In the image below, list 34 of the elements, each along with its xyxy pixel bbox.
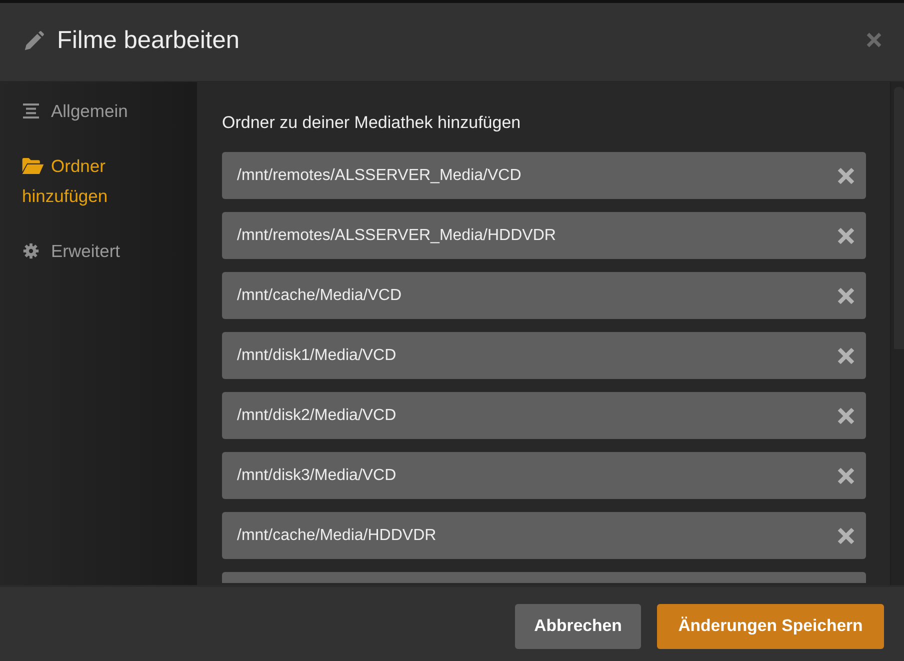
close-icon bbox=[837, 406, 855, 424]
folder-path: /mnt/disk2/Media/VCD bbox=[237, 406, 396, 424]
close-button[interactable] bbox=[866, 32, 882, 48]
sidebar-item[interactable]: Ordner hinzufügen bbox=[22, 151, 183, 211]
folder-path: /mnt/remotes/ALSSERVER_Media/HDDVDR bbox=[237, 226, 556, 244]
remove-button[interactable] bbox=[837, 226, 855, 244]
lines-icon bbox=[22, 103, 40, 119]
remove-button[interactable] bbox=[837, 406, 855, 424]
close-icon bbox=[837, 286, 855, 304]
folder-icon bbox=[22, 158, 44, 174]
remove-button[interactable] bbox=[837, 466, 855, 484]
close-icon bbox=[866, 32, 882, 48]
folder-path: /mnt/remotes/ALSSERVER_Media/VCD bbox=[237, 166, 522, 184]
close-icon bbox=[837, 526, 855, 544]
remove-button[interactable] bbox=[837, 286, 855, 304]
folder-path: /mnt/disk1/Media/VCD bbox=[237, 346, 396, 364]
folder-path: /mnt/disk3/Media/VCD bbox=[237, 466, 396, 484]
dialog-title: Filme bearbeiten bbox=[57, 27, 240, 55]
close-icon bbox=[837, 166, 855, 184]
remove-button[interactable] bbox=[837, 166, 855, 184]
cancel-button[interactable]: Abbrechen bbox=[515, 604, 641, 648]
folder-path: /mnt/cache/Media/VCD bbox=[237, 286, 402, 304]
close-icon bbox=[837, 346, 855, 364]
section-heading: Ordner zu deiner Mediathek hinzufügen bbox=[222, 114, 522, 132]
pencil-icon bbox=[22, 30, 45, 52]
close-icon bbox=[837, 226, 855, 244]
remove-button[interactable] bbox=[837, 346, 855, 364]
sidebar-item[interactable]: Erweitert bbox=[22, 236, 183, 266]
close-icon bbox=[837, 466, 855, 484]
remove-button[interactable] bbox=[837, 526, 855, 544]
gear-icon bbox=[22, 243, 40, 259]
sidebar-item[interactable]: Allgemein bbox=[22, 96, 183, 126]
save-button[interactable]: Änderungen Speichern bbox=[657, 604, 884, 648]
folder-path: /mnt/cache/Media/HDDVDR bbox=[237, 526, 436, 544]
